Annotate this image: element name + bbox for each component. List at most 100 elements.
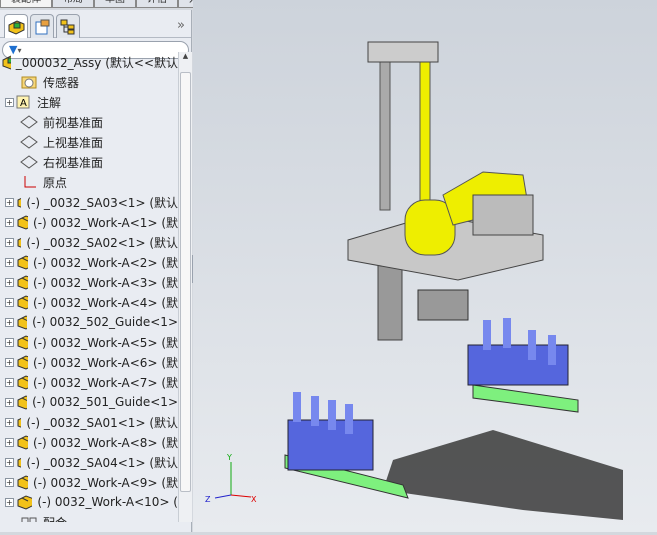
tree-item-component[interactable]: + (-) 0032_501_Guide<1> [0,392,178,412]
sensor-folder-icon [21,76,37,89]
tree-label: 上视基准面 [43,135,104,150]
tree-label: (-) _0032_SA03<1> (默认 [26,195,178,210]
tree-label: (-) 0032_Work-A<9> (默 [33,475,178,490]
tree-item-component[interactable]: + (-) 0032_Work-A<7> (默 [0,372,178,392]
tree-item-right-plane[interactable]: 右视基准面 [20,152,178,172]
expand-icon[interactable]: + [5,377,14,387]
expand-icon[interactable]: + [5,357,14,367]
tab-layout[interactable]: 布局 [52,0,94,8]
expand-panel-button[interactable]: » [177,18,185,33]
assembly-model: Y X Z [205,41,623,520]
assembly-icon [2,55,11,70]
tree-item-annotations[interactable]: + A 注解 [0,92,178,112]
expand-icon[interactable]: + [5,197,14,207]
configuration-icon [60,19,75,34]
part-icon [17,435,29,450]
expand-icon[interactable]: + [5,277,14,287]
tree-item-component[interactable]: + (-) 0032_Work-A<2> (默 [0,252,178,272]
tree-item-front-plane[interactable]: 前视基准面 [20,112,178,132]
tree-root-assembly[interactable]: _000032_Assy (默认<<默认 [0,52,178,72]
graphics-viewport[interactable]: Y X Z [193,0,657,532]
part-icon [17,215,29,230]
tree-item-component[interactable]: + (-) 0032_502_Guide<1> [0,312,178,332]
expand-icon[interactable]: + [5,217,14,227]
tree-item-sensors[interactable]: 传感器 [20,72,178,92]
tree-label: 传感器 [43,75,80,90]
tree-label: (-) 0032_Work-A<2> (默 [33,255,178,270]
expand-icon[interactable]: + [5,397,14,407]
part-icon [17,475,29,490]
tree-item-component[interactable]: + (-) 0032_Work-A<9> (默 [0,472,178,492]
axis-triad: Y X Z [205,453,257,504]
tree-label: (-) 0032_Work-A<7> (默 [33,375,178,390]
tab-sketch[interactable]: 草图 [94,0,136,8]
part-icon [17,355,29,370]
tree-label: 注解 [37,95,62,110]
feature-tree: _000032_Assy (默认<<默认 传感器 + A 注解 前视基准面 上视基准… [0,52,178,522]
expand-icon[interactable]: + [5,257,14,267]
tree-item-component[interactable]: + (-) _0032_SA04<1> (默认 [0,452,178,472]
tree-item-component[interactable]: + (-) 0032_Work-A<5> (默 [0,332,178,352]
axis-z-label: Z [205,495,211,504]
motor-box [472,194,534,236]
expand-icon[interactable]: + [5,497,14,507]
part-icon [17,255,29,270]
tree-label: 前视基准面 [43,115,104,130]
annotation-icon: A [16,95,30,109]
expand-icon[interactable]: + [5,297,14,307]
tree-label: (-) _0032_SA02<1> (默认 [26,235,178,250]
shadow [383,430,623,520]
tree-label: (-) 0032_Work-A<10> ( [37,495,178,509]
panel-tabs: » [0,10,191,38]
tree-label: 右视基准面 [43,155,104,170]
plane-icon [20,155,38,169]
tree-item-component[interactable]: + (-) _0032_SA01<1> (默认 [0,412,178,432]
expand-icon[interactable]: + [5,457,14,467]
tab-evaluate[interactable]: 评估 [136,0,178,8]
plane-icon [20,115,38,129]
subassembly-icon [17,457,22,468]
fixture-right [467,318,579,413]
assembly-icon [8,19,25,35]
tree-item-mates[interactable]: 配合 [20,512,178,522]
part-icon [17,275,29,290]
tree-item-component[interactable]: + (-) _0032_SA02<1> (默认 [0,232,178,252]
tree-item-origin[interactable]: 原点 [20,172,178,192]
tree-label: (-) 0032_501_Guide<1> [32,395,178,409]
part-icon [17,335,29,350]
fixture-left [284,392,409,499]
expand-icon[interactable]: + [5,337,14,347]
expand-icon[interactable]: + [5,417,14,427]
tree-label: _000032_Assy (默认<<默认 [15,55,178,70]
tree-label: (-) 0032_Work-A<8> (默 [33,435,178,450]
configuration-manager-tab[interactable] [56,14,80,38]
tree-item-component[interactable]: + (-) 0032_Work-A<8> (默 [0,432,178,452]
expand-icon[interactable]: + [5,317,14,327]
scrollbar-thumb[interactable] [180,72,191,492]
tree-label: 原点 [43,175,68,190]
expand-icon[interactable]: + [5,477,14,487]
tree-item-component[interactable]: + (-) _0032_SA03<1> (默认 [0,192,178,212]
tree-item-component[interactable]: + (-) 0032_Work-A<1> (默 [0,212,178,232]
gripper [417,289,469,321]
axis-y-label: Y [226,453,232,462]
feature-tree-tab[interactable] [4,14,28,38]
tree-label: (-) 0032_Work-A<5> (默 [33,335,178,350]
property-manager-tab[interactable] [30,14,54,38]
tree-label: (-) 0032_502_Guide<1> [32,315,178,329]
expand-icon[interactable]: + [5,97,14,107]
tree-item-component[interactable]: + (-) 0032_Work-A<10> ( [0,492,178,512]
tab-assembly[interactable]: 装配体 [0,0,52,8]
part-icon [17,395,28,410]
tree-item-top-plane[interactable]: 上视基准面 [20,132,178,152]
tree-item-component[interactable]: + (-) 0032_Work-A<4> (默 [0,292,178,312]
tree-item-component[interactable]: + (-) 0032_Work-A<6> (默 [0,352,178,372]
mates-icon [21,517,37,522]
expand-icon[interactable]: + [5,437,14,447]
expand-icon[interactable]: + [5,237,14,247]
subassembly-icon [17,197,22,208]
svg-text:A: A [20,98,27,109]
tree-scrollbar[interactable]: ▲ [178,52,192,522]
part-icon [17,375,29,390]
tree-item-component[interactable]: + (-) 0032_Work-A<3> (默 [0,272,178,292]
